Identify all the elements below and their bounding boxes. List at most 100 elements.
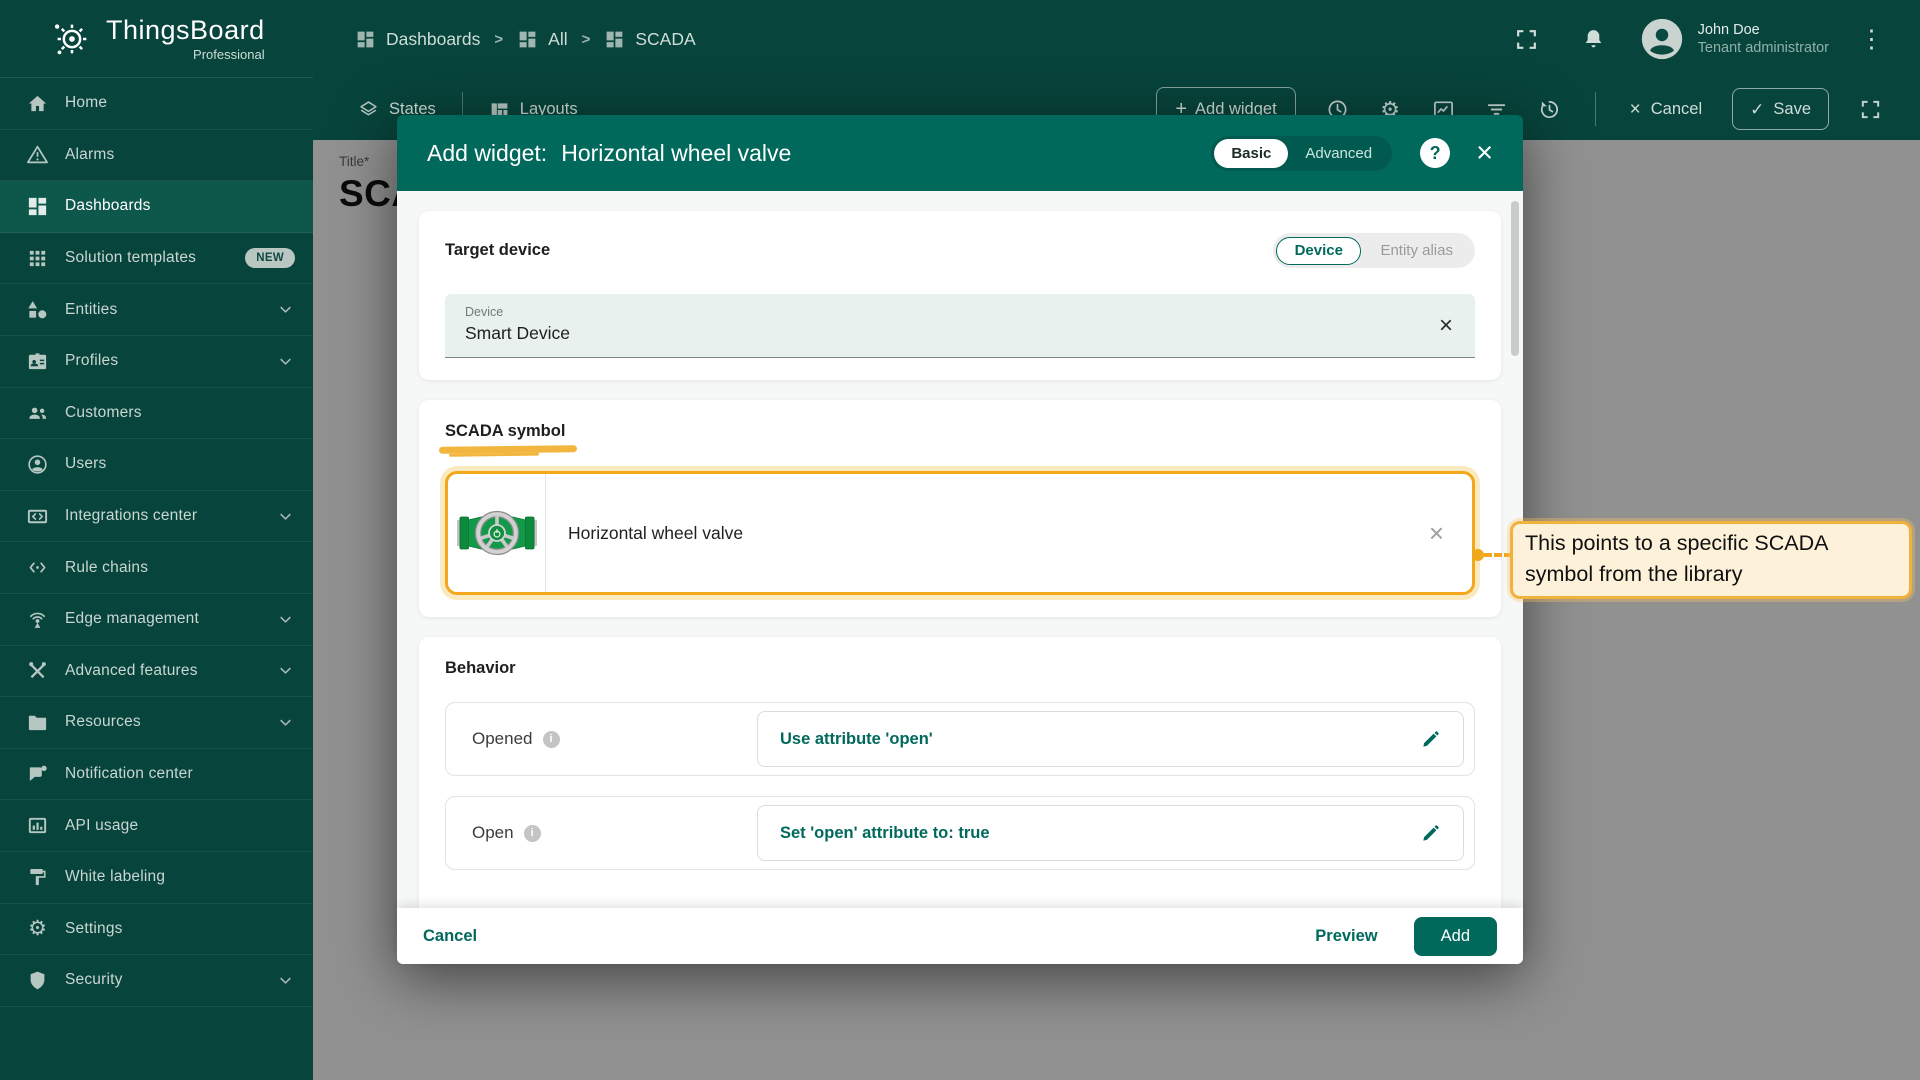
dialog-body: Target device Device Entity alias Device… <box>397 191 1523 908</box>
sidebar-item-rule-chains[interactable]: Rule chains <box>0 542 313 594</box>
edit-pencil-icon[interactable] <box>1420 729 1441 750</box>
toolbar-fullscreen-icon[interactable] <box>1859 98 1882 121</box>
chevron-down-icon <box>276 610 295 629</box>
sidebar-item-label: White labeling <box>65 868 165 886</box>
apps-grid-icon <box>26 247 49 270</box>
chevron-down-icon <box>276 661 295 680</box>
thingsboard-logo-icon <box>48 16 94 62</box>
add-widget-dialog: Add widget:Horizontal wheel valve Basic … <box>397 115 1523 964</box>
dashboard-cancel-button[interactable]: × Cancel <box>1630 100 1702 119</box>
dashboard-save-button[interactable]: ✓ Save <box>1732 88 1829 130</box>
alarm-icon <box>26 143 49 166</box>
sidebar-item-security[interactable]: Security <box>0 955 313 1007</box>
sidebar-item-solution-templates[interactable]: Solution templates NEW <box>0 233 313 285</box>
basic-advanced-toggle: Basic Advanced <box>1211 136 1392 171</box>
behavior-value-box[interactable]: Use attribute 'open' <box>757 711 1464 767</box>
dashboard-icon <box>604 29 625 50</box>
notification-icon <box>26 763 49 786</box>
annotation-connector-line <box>1484 553 1512 557</box>
sidebar-item-label: Home <box>65 94 107 112</box>
sidebar-item-label: Rule chains <box>65 559 148 577</box>
add-button[interactable]: Add <box>1414 917 1497 956</box>
sidebar-item-resources[interactable]: Resources <box>0 697 313 749</box>
sidebar-item-integrations-center[interactable]: Integrations center <box>0 491 313 543</box>
sidebar-item-label: Entities <box>65 301 117 319</box>
sidebar-item-advanced-features[interactable]: Advanced features <box>0 646 313 698</box>
api-usage-icon <box>26 814 49 837</box>
device-field[interactable]: Device Smart Device × <box>445 294 1475 358</box>
chevron-down-icon <box>276 507 295 526</box>
dialog-title: Horizontal wheel valve <box>561 140 791 166</box>
sidebar-item-label: Edge management <box>65 610 199 628</box>
sidebar-item-label: API usage <box>65 817 138 835</box>
users-icon <box>26 453 49 476</box>
sidebar-item-customers[interactable]: Customers <box>0 388 313 440</box>
edit-pencil-icon[interactable] <box>1420 823 1441 844</box>
user-name: John Doe <box>1698 21 1829 39</box>
device-field-value: Smart Device <box>465 323 1455 344</box>
toggle-entity-alias[interactable]: Entity alias <box>1361 236 1472 265</box>
behavior-value-box[interactable]: Set 'open' attribute to: true <box>757 805 1464 861</box>
notifications-bell-icon[interactable] <box>1581 27 1606 52</box>
sidebar-item-label: Users <box>65 455 106 473</box>
breadcrumb-all[interactable]: All <box>517 29 567 50</box>
sidebar-item-white-labeling[interactable]: White labeling <box>0 852 313 904</box>
sidebar-item-home[interactable]: Home <box>0 78 313 130</box>
layers-icon <box>358 99 379 120</box>
help-icon[interactable]: ? <box>1420 138 1450 168</box>
scada-symbol-name: Horizontal wheel valve <box>568 523 743 544</box>
sidebar: ThingsBoard Professional Home Alarms Das… <box>0 0 313 1080</box>
sidebar-item-settings[interactable]: ⚙ Settings <box>0 904 313 956</box>
behavior-label: Opened <box>472 729 533 749</box>
behavior-card: Behavior Opened i Use attribute 'open' O… <box>419 637 1501 908</box>
breadcrumb-label: SCADA <box>635 29 695 50</box>
logo[interactable]: ThingsBoard Professional <box>0 0 313 78</box>
sidebar-item-entities[interactable]: Entities <box>0 284 313 336</box>
close-icon: × <box>1630 100 1641 119</box>
logo-subtitle: Professional <box>106 48 265 61</box>
kebab-menu-icon[interactable]: ⋮ <box>1859 27 1884 52</box>
sidebar-item-alarms[interactable]: Alarms <box>0 130 313 182</box>
edge-antenna-icon <box>26 608 49 631</box>
cancel-button[interactable]: Cancel <box>423 927 477 946</box>
annotation-underline <box>439 445 577 454</box>
avatar[interactable] <box>1640 17 1684 61</box>
info-icon[interactable]: i <box>543 731 560 748</box>
dialog-close-icon[interactable]: × <box>1476 139 1493 168</box>
sidebar-item-profiles[interactable]: Profiles <box>0 336 313 388</box>
sidebar-item-dashboards[interactable]: Dashboards <box>0 181 313 233</box>
sidebar-item-label: Settings <box>65 920 123 938</box>
info-icon[interactable]: i <box>524 825 541 842</box>
sidebar-item-notification-center[interactable]: Notification center <box>0 749 313 801</box>
toggle-basic[interactable]: Basic <box>1214 139 1288 168</box>
preview-button[interactable]: Preview <box>1315 927 1377 946</box>
user-role: Tenant administrator <box>1698 39 1829 57</box>
toggle-advanced[interactable]: Advanced <box>1288 139 1389 168</box>
target-device-card: Target device Device Entity alias Device… <box>419 211 1501 380</box>
version-history-icon[interactable] <box>1538 98 1561 121</box>
sidebar-item-label: Advanced features <box>65 662 198 680</box>
scada-symbol-card: SCADA symbol <box>419 400 1501 617</box>
device-clear-icon[interactable]: × <box>1439 314 1453 338</box>
behavior-value: Use attribute 'open' <box>780 730 933 749</box>
toggle-device[interactable]: Device <box>1276 237 1361 265</box>
target-device-heading: Target device <box>445 241 550 260</box>
rule-chains-icon <box>26 556 49 579</box>
scada-symbol-clear-icon[interactable]: × <box>1429 520 1444 546</box>
sidebar-item-api-usage[interactable]: API usage <box>0 800 313 852</box>
breadcrumb-separator: > <box>582 31 591 48</box>
logo-title: ThingsBoard <box>106 17 265 44</box>
modal-scrollbar[interactable] <box>1511 201 1519 356</box>
toolbar-divider <box>1595 92 1596 126</box>
sidebar-item-users[interactable]: Users <box>0 439 313 491</box>
breadcrumb-dashboards[interactable]: Dashboards <box>355 29 480 50</box>
fullscreen-icon[interactable] <box>1514 27 1539 52</box>
sidebar-item-edge-management[interactable]: Edge management <box>0 594 313 646</box>
chevron-down-icon <box>276 971 295 990</box>
breadcrumb-scada[interactable]: SCADA <box>604 29 695 50</box>
sidebar-item-label: Alarms <box>65 146 114 164</box>
annotation-tooltip: This points to a specific SCADA symbol f… <box>1510 521 1912 599</box>
dashboards-icon <box>26 195 49 218</box>
chevron-down-icon <box>276 352 295 371</box>
new-badge: NEW <box>245 248 295 268</box>
